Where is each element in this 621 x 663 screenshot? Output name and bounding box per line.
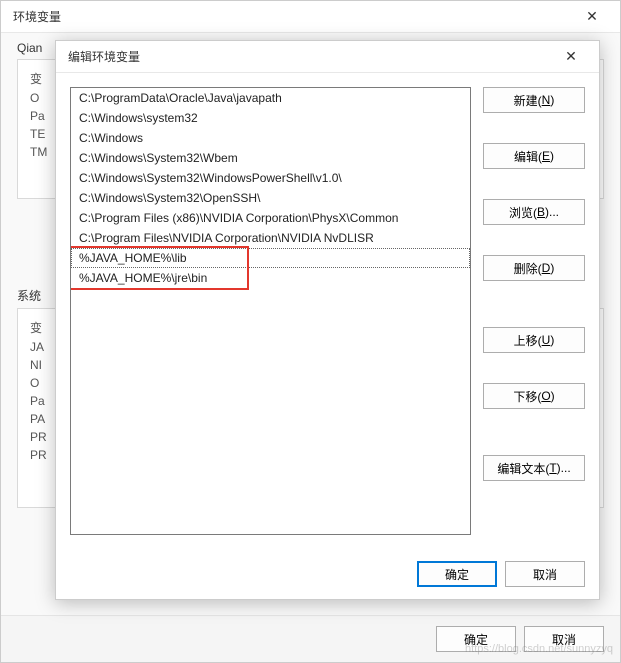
edit-dialog-titlebar: 编辑环境变量 ✕	[56, 41, 599, 73]
path-list-item[interactable]: C:\Windows\System32\OpenSSH\	[71, 188, 470, 208]
close-icon[interactable]: ✕	[555, 41, 587, 73]
path-list-item[interactable]: C:\Windows\system32	[71, 108, 470, 128]
ok-button[interactable]: 确定	[417, 561, 497, 587]
browse-button[interactable]: 浏览(B)...	[483, 199, 585, 225]
edit-dialog-title: 编辑环境变量	[68, 48, 140, 65]
path-list-item[interactable]: C:\ProgramData\Oracle\Java\javapath	[71, 88, 470, 108]
path-list-item[interactable]: C:\Program Files\NVIDIA Corporation\NVID…	[71, 228, 470, 248]
env-vars-titlebar: 环境变量 ✕	[1, 1, 620, 33]
delete-button[interactable]: 删除(D)	[483, 255, 585, 281]
side-buttons: 新建(N) 编辑(E) 浏览(B)... 删除(D) 上移(U) 下移(O) 编…	[483, 87, 585, 535]
new-button[interactable]: 新建(N)	[483, 87, 585, 113]
path-list-item[interactable]: %JAVA_HOME%\lib	[71, 248, 470, 268]
ok-button[interactable]: 确定	[436, 626, 516, 652]
cancel-button[interactable]: 取消	[524, 626, 604, 652]
move-down-button[interactable]: 下移(O)	[483, 383, 585, 409]
cancel-button[interactable]: 取消	[505, 561, 585, 587]
close-icon[interactable]: ✕	[576, 1, 608, 33]
path-list-item[interactable]: C:\Windows\System32\WindowsPowerShell\v1…	[71, 168, 470, 188]
path-list-item[interactable]: C:\Windows\System32\Wbem	[71, 148, 470, 168]
env-vars-title: 环境变量	[13, 8, 61, 25]
path-list-item[interactable]: %JAVA_HOME%\jre\bin	[71, 268, 470, 288]
edit-text-button[interactable]: 编辑文本(T)...	[483, 455, 585, 481]
move-up-button[interactable]: 上移(U)	[483, 327, 585, 353]
edit-dialog-body: C:\ProgramData\Oracle\Java\javapathC:\Wi…	[56, 73, 599, 549]
edit-dialog-footer: 确定 取消	[56, 549, 599, 599]
edit-env-var-dialog: 编辑环境变量 ✕ C:\ProgramData\Oracle\Java\java…	[55, 40, 600, 600]
path-list-item[interactable]: C:\Windows	[71, 128, 470, 148]
path-list[interactable]: C:\ProgramData\Oracle\Java\javapathC:\Wi…	[70, 87, 471, 535]
path-list-item[interactable]: C:\Program Files (x86)\NVIDIA Corporatio…	[71, 208, 470, 228]
env-vars-footer: 确定 取消	[1, 615, 620, 662]
edit-button[interactable]: 编辑(E)	[483, 143, 585, 169]
